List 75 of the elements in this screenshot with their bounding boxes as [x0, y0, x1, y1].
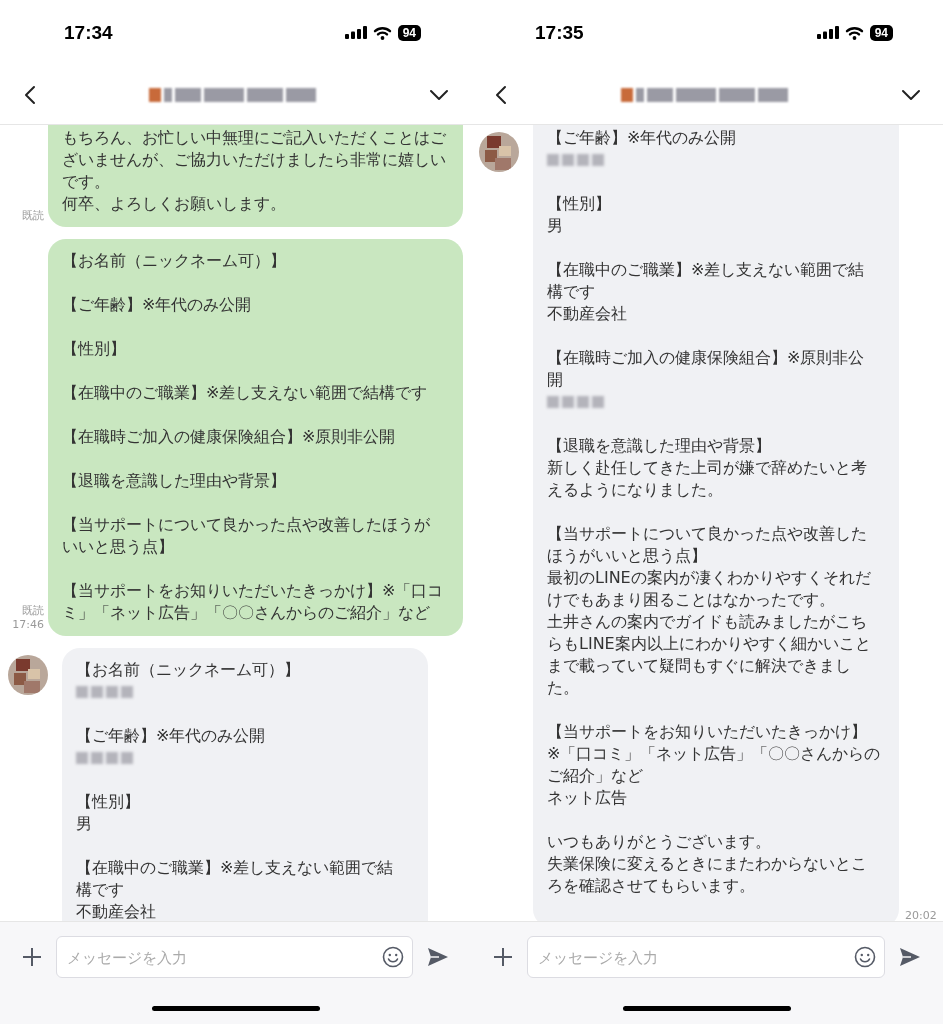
message-input[interactable]: メッセージを入力 [527, 936, 885, 978]
back-icon[interactable] [24, 84, 36, 105]
message-text: いつもありがとうございます。 [547, 831, 772, 853]
message-text: まで載っていて疑問もすぐに解決できまし [547, 655, 852, 677]
home-indicator[interactable] [623, 1005, 791, 1011]
avatar[interactable] [479, 132, 519, 172]
message-text: 何卒、よろしくお願いします。 [62, 193, 287, 215]
message-text: 新しく赴任してきた上司が嫌で辞めたいと考 [547, 457, 868, 479]
message-time: 17:46 [12, 618, 44, 632]
emoji-icon[interactable] [382, 946, 404, 968]
message-text: いいと思う点】 [62, 536, 175, 558]
message-text: 構です [547, 281, 596, 303]
message-text: 【在職時ご加入の健康保険組合】※原則非公 [547, 347, 866, 369]
plus-icon[interactable] [493, 947, 513, 967]
message-text: 【性別】 [62, 338, 127, 360]
read-receipt: 既読 [22, 209, 44, 223]
home-indicator[interactable] [151, 1005, 320, 1011]
message-text: 【お名前（ニックネーム可）】 [62, 250, 287, 272]
message-text: 【当サポートをお知りいただいたきっかけ】※「口コ [62, 580, 445, 602]
message-input[interactable]: メッセージを入力 [56, 936, 413, 978]
message-text: 【お名前（ニックネーム可）】 [76, 659, 301, 681]
signal-icon [816, 26, 839, 39]
chevron-down-icon[interactable] [429, 88, 449, 101]
message-text: 不動産会社 [76, 901, 157, 921]
message-text: 【性別】 [76, 791, 141, 813]
message-text: ネット広告 [547, 787, 628, 809]
message-text: ミ」「ネット広告」「〇〇さんからのご紹介」など [62, 602, 431, 624]
message-text: 男 [547, 215, 564, 237]
read-receipt: 既読 [22, 604, 44, 618]
message-text: 不動産会社 [547, 303, 628, 325]
signal-icon [344, 26, 367, 39]
message-text: ご紹介」など [547, 765, 644, 787]
message-text: 【ご年齢】※年代のみ公開 [76, 725, 267, 747]
message-text: 土井さんの案内でガイドも読みましたがこち [547, 611, 868, 633]
chevron-down-icon[interactable] [901, 88, 921, 101]
message-text: 【在職中のご職業】※差し支えない範囲で結 [76, 857, 395, 879]
send-icon[interactable] [427, 947, 449, 967]
message-text: た。 [547, 677, 580, 699]
message-text: 【在職中のご職業】※差し支えない範囲で結構です [62, 382, 429, 404]
battery-indicator: 94 [869, 24, 893, 41]
status-time: 17:35 [535, 21, 584, 44]
send-icon[interactable] [899, 947, 921, 967]
message-text: 【性別】 [547, 193, 612, 215]
back-icon[interactable] [495, 84, 507, 105]
message-text: 【ご年齢】※年代のみ公開 [62, 294, 253, 316]
message-text: もちろん、お忙しい中無理にご記入いただくことはご [62, 127, 447, 149]
message-text: 開 [547, 369, 564, 391]
status-time: 17:34 [64, 21, 113, 44]
message-text: 男 [76, 813, 93, 835]
message-text: 【退職を意識した理由や背景】 [62, 470, 287, 492]
plus-icon[interactable] [22, 947, 42, 967]
message-text: 【在職時ご加入の健康保険組合】※原則非公開 [62, 426, 397, 448]
message-text: ざいませんが、ご協力いただけましたら非常に嬉しい [62, 149, 447, 171]
message-text: 構です [76, 879, 125, 901]
emoji-icon[interactable] [854, 946, 876, 968]
message-text: ※「口コミ」「ネット広告」「〇〇さんからの [547, 743, 882, 765]
battery-indicator: 94 [397, 24, 421, 41]
message-text: らもLINE案内以上にわかりやすく細かいこと [547, 633, 872, 655]
message-text: 【退職を意識した理由や背景】 [547, 435, 772, 457]
message-text: ろを確認させてもらいます。 [547, 875, 756, 897]
message-time: 20:02 [905, 909, 937, 921]
wifi-icon [372, 25, 392, 40]
message-text: 【ご年齢】※年代のみ公開 [547, 127, 738, 149]
message-text: 最初のLINEの案内が凄くわかりやすくそれだ [547, 567, 872, 589]
message-text: です。 [62, 171, 111, 193]
avatar[interactable] [8, 655, 48, 695]
message-text: えるようになりました。 [547, 479, 724, 501]
message-text: 【当サポートについて良かった点や改善した [547, 523, 868, 545]
message-text: 失業保険に変えるときにまたわからないとこ [547, 853, 868, 875]
message-text: 【在職中のご職業】※差し支えない範囲で結 [547, 259, 866, 281]
message-text: けでもあまり困ることはなかったです。 [547, 589, 836, 611]
wifi-icon [844, 25, 864, 40]
message-text: 【当サポートについて良かった点や改善したほうが [62, 514, 431, 536]
message-text: 【当サポートをお知りいただいたきっかけ】 [547, 721, 868, 743]
message-text: ほうがいいと思う点】 [547, 545, 708, 567]
